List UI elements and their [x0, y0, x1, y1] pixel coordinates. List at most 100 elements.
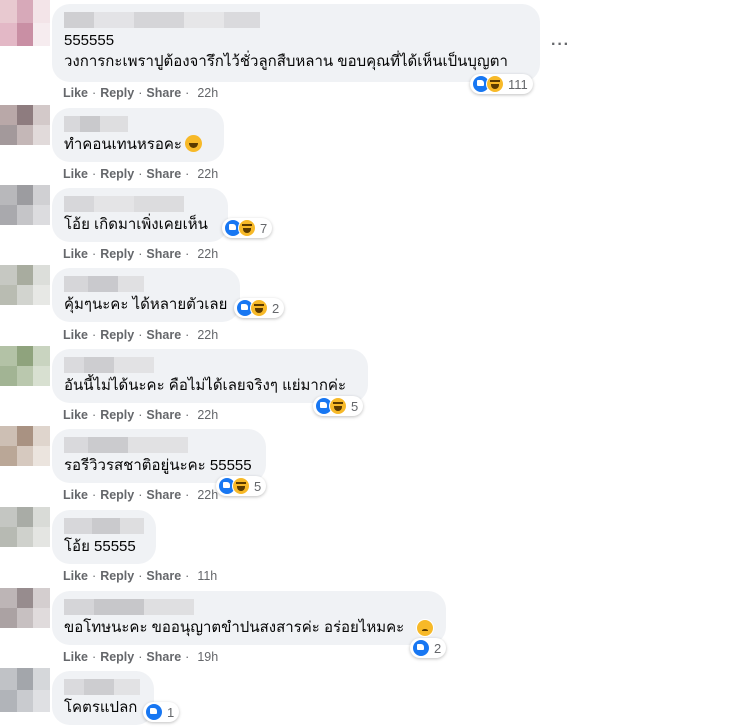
comment-text: โอ้ย เกิดมาเพิ่งเคยเห็น [64, 216, 208, 233]
separator: · [185, 488, 190, 502]
comment-actions: Like · Reply · Share · 22h [63, 408, 218, 422]
separator: · [185, 569, 190, 583]
share-link[interactable]: Share [146, 488, 181, 502]
avatar[interactable] [0, 105, 50, 145]
reply-link[interactable]: Reply [100, 650, 134, 664]
comment-actions: Like · Reply · Share · 22h [63, 167, 218, 181]
separator: · [185, 650, 190, 664]
reply-link[interactable]: Reply [100, 167, 134, 181]
comment-bubble: ขอโทษนะคะ ขออนุญาตขำปนสงสารค่ะ อร่อยไหมค… [52, 591, 446, 645]
separator: · [92, 167, 97, 181]
like-link[interactable]: Like [63, 167, 88, 181]
timestamp[interactable]: 22h [193, 488, 218, 502]
haha-reaction-icon [250, 299, 268, 317]
reply-link[interactable]: Reply [100, 247, 134, 261]
separator: · [138, 86, 143, 100]
share-link[interactable]: Share [146, 86, 181, 100]
avatar[interactable] [0, 265, 50, 305]
reaction-summary[interactable]: 5 [216, 476, 267, 496]
comment-actions: Like · Reply · Share · 19h [63, 650, 218, 664]
comment-actions: Like · Reply · Share · 22h [63, 488, 218, 502]
reply-link[interactable]: Reply [100, 569, 134, 583]
timestamp[interactable]: 22h [193, 328, 218, 342]
comment-text: วงการกะเพราปูต้องจารึกไว้ชั่วลูกสืบหลาน … [64, 53, 508, 70]
separator: · [138, 408, 143, 422]
timestamp[interactable]: 22h [193, 247, 218, 261]
separator: · [138, 328, 143, 342]
avatar[interactable] [0, 185, 50, 225]
haha-reaction-icon [329, 397, 347, 415]
like-link[interactable]: Like [63, 408, 88, 422]
share-link[interactable]: Share [146, 569, 181, 583]
timestamp[interactable]: 19h [193, 650, 218, 664]
avatar[interactable] [0, 346, 50, 386]
separator: · [138, 569, 143, 583]
separator: · [138, 488, 143, 502]
separator: · [92, 247, 97, 261]
haha-reaction-icon [232, 477, 250, 495]
reaction-summary[interactable]: 1 [143, 702, 180, 722]
reaction-count: 2 [272, 300, 280, 316]
comment-text: 555555 [64, 32, 115, 49]
reaction-count: 5 [254, 478, 262, 494]
blurred-name[interactable] [64, 679, 142, 695]
reaction-count: 1 [167, 704, 175, 720]
share-link[interactable]: Share [146, 328, 181, 342]
separator: · [138, 167, 143, 181]
timestamp[interactable]: 22h [193, 86, 218, 100]
separator: · [92, 328, 97, 342]
blurred-name[interactable] [64, 357, 356, 373]
reaction-summary[interactable]: 2 [410, 638, 447, 658]
share-link[interactable]: Share [146, 408, 181, 422]
avatar[interactable] [0, 668, 50, 712]
comment-text: โคตรแปลก [64, 699, 138, 716]
reaction-summary[interactable]: 7 [222, 218, 273, 238]
share-link[interactable]: Share [146, 650, 181, 664]
more-options-icon[interactable]: ··· [551, 36, 570, 54]
sad-emoji-icon [416, 619, 434, 637]
reply-link[interactable]: Reply [100, 86, 134, 100]
reaction-count: 5 [351, 398, 359, 414]
avatar[interactable] [0, 588, 50, 628]
reply-link[interactable]: Reply [100, 488, 134, 502]
avatar[interactable] [0, 0, 50, 46]
reaction-summary[interactable]: 111 [470, 74, 533, 94]
blurred-name[interactable] [64, 116, 212, 132]
comment-bubble: รอรีวิวรสชาติอยู่นะคะ 55555 [52, 429, 266, 483]
avatar[interactable] [0, 426, 50, 466]
reply-link[interactable]: Reply [100, 408, 134, 422]
comment-bubble: ทำคอนเทนหรอคะ [52, 108, 224, 162]
share-link[interactable]: Share [146, 247, 181, 261]
like-link[interactable]: Like [63, 247, 88, 261]
blurred-name[interactable] [64, 196, 216, 212]
like-link[interactable]: Like [63, 650, 88, 664]
separator: · [138, 247, 143, 261]
separator: · [138, 650, 143, 664]
blurred-name[interactable] [64, 518, 144, 534]
haha-emoji-icon [184, 135, 202, 152]
share-link[interactable]: Share [146, 167, 181, 181]
blurred-name[interactable] [64, 599, 434, 615]
timestamp[interactable]: 22h [193, 408, 218, 422]
blurred-name[interactable] [64, 276, 228, 292]
blurred-name[interactable] [64, 437, 254, 453]
reply-link[interactable]: Reply [100, 328, 134, 342]
avatar[interactable] [0, 507, 50, 547]
comment-text: อันนี้ไม่ได้นะคะ คือไม่ได้เลยจริงๆ แย่มา… [64, 377, 347, 394]
like-link[interactable]: Like [63, 86, 88, 100]
like-link[interactable]: Like [63, 328, 88, 342]
separator: · [92, 569, 97, 583]
timestamp[interactable]: 11h [193, 569, 217, 583]
like-link[interactable]: Like [63, 488, 88, 502]
timestamp[interactable]: 22h [193, 167, 218, 181]
comment-text: โอ้ย 55555 [64, 538, 136, 555]
comment-actions: Like · Reply · Share · 22h [63, 247, 218, 261]
like-reaction-icon [412, 639, 430, 657]
reaction-summary[interactable]: 5 [313, 396, 364, 416]
like-link[interactable]: Like [63, 569, 88, 583]
separator: · [185, 408, 190, 422]
comment-bubble: อันนี้ไม่ได้นะคะ คือไม่ได้เลยจริงๆ แย่มา… [52, 349, 368, 403]
blurred-name[interactable] [64, 12, 528, 28]
comment-actions: Like · Reply · Share · 22h [63, 328, 218, 342]
reaction-summary[interactable]: 2 [234, 298, 285, 318]
